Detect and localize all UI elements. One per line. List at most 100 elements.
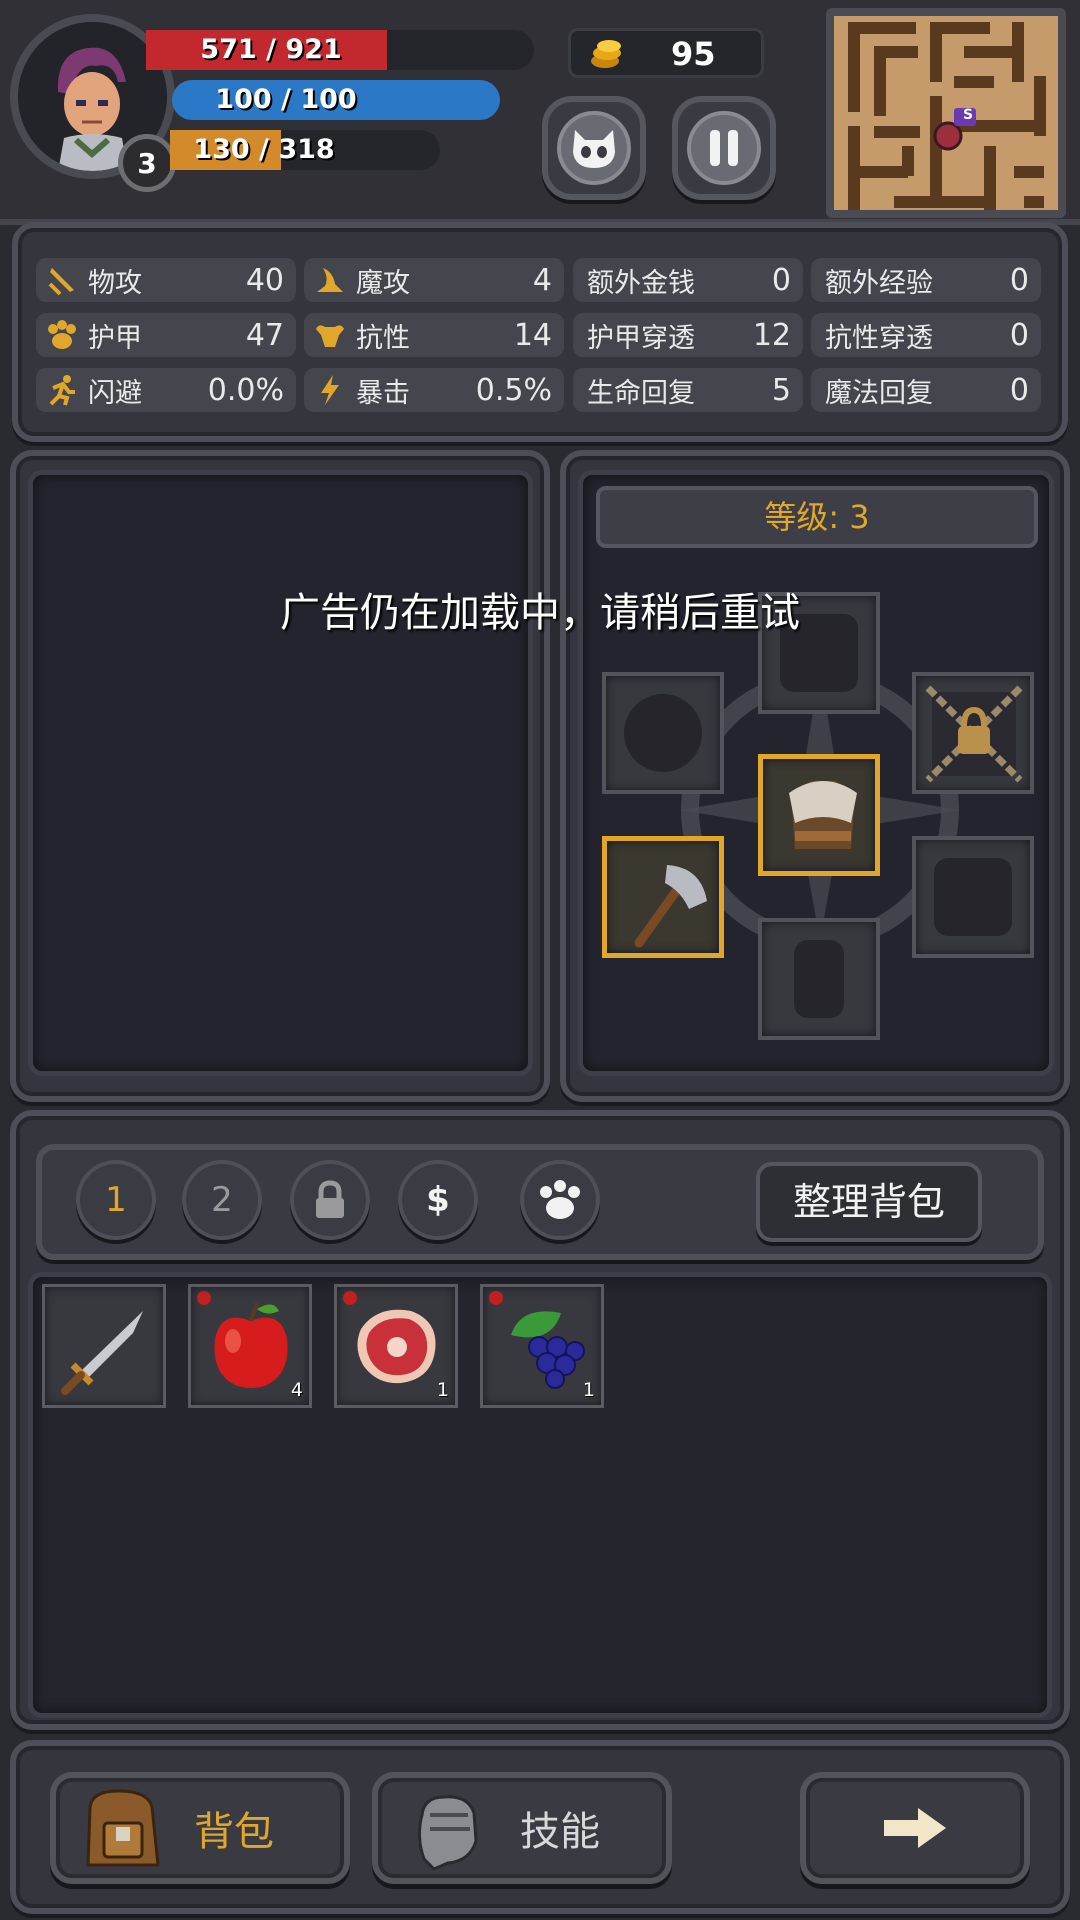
axe-icon	[634, 865, 707, 948]
meat-icon	[357, 1309, 436, 1384]
necklace-slot[interactable]	[602, 672, 724, 794]
ad-loading-toast: 广告仍在加载中，请稍后重试	[280, 590, 800, 636]
stat-label: 额外经验	[825, 267, 933, 299]
bag-item-grapes[interactable]: 1	[480, 1284, 604, 1408]
stat-7: 抗性穿透 0	[811, 313, 1041, 357]
running-man-icon	[40, 368, 84, 412]
stat-value: 0.5%	[475, 372, 552, 408]
game-screen: 3 571 / 921 100 / 100 130 / 318 95 S 物攻 …	[0, 0, 1080, 1920]
equipment-level-label: 等级: 3	[596, 486, 1038, 548]
stat-label: 护甲	[88, 322, 142, 354]
boots-slot[interactable]	[758, 918, 880, 1040]
skill-nav-label: 技能	[520, 1809, 600, 1855]
bag-tab-sell[interactable]: $	[398, 1160, 478, 1240]
minimap-stairs-marker: S	[963, 107, 974, 123]
stat-value: 4	[532, 262, 552, 298]
apple-icon	[214, 1302, 288, 1388]
bag-tab-2[interactable]: 2	[182, 1160, 262, 1240]
stat-label: 闪避	[88, 377, 142, 409]
bag-item-meat[interactable]: 1	[334, 1284, 458, 1408]
minimap[interactable]: S	[826, 8, 1066, 218]
arrow-right-icon	[884, 1808, 946, 1848]
stat-label: 魔法回复	[825, 377, 933, 409]
sort-bag-button[interactable]: 整理背包	[756, 1162, 982, 1242]
xp-bar: 130 / 318	[170, 130, 440, 170]
ad-area	[28, 470, 533, 1076]
stat-label: 额外金钱	[587, 267, 695, 299]
paw-icon	[540, 1180, 580, 1219]
gold-coins-icon	[589, 37, 625, 79]
pause-icon	[687, 111, 761, 185]
stat-label: 魔攻	[356, 267, 410, 299]
monster-face-icon	[557, 111, 631, 185]
chained-lock-icon	[925, 685, 1023, 783]
boot-silhouette-icon	[794, 940, 844, 1018]
gold-amount: 95	[671, 35, 716, 73]
stat-value: 12	[752, 317, 791, 353]
item-count: 4	[290, 1379, 303, 1401]
hp-bar: 571 / 921	[146, 30, 534, 70]
stat-label: 抗性穿透	[825, 322, 933, 354]
stat-label: 护甲穿透	[587, 322, 695, 354]
bag-item-dagger[interactable]	[42, 1284, 166, 1408]
gold-counter: 95	[568, 28, 764, 78]
skill-nav-button[interactable]: 技能	[372, 1772, 672, 1884]
lock-icon	[316, 1180, 344, 1218]
armor-slot[interactable]	[758, 754, 880, 876]
muscle-icon	[308, 313, 352, 357]
stat-label: 抗性	[356, 322, 410, 354]
stat-value: 0	[1009, 317, 1029, 353]
grapes-icon	[511, 1311, 585, 1389]
bag-item-apple[interactable]: 4	[188, 1284, 312, 1408]
bag-tab-1[interactable]: 1	[76, 1160, 156, 1240]
stat-label: 物攻	[88, 267, 142, 299]
xp-text: 130 / 318	[193, 134, 335, 165]
stat-6: 护甲穿透 12	[573, 313, 803, 357]
stat-10: 生命回复 5	[573, 368, 803, 412]
bag-tab-armor[interactable]	[520, 1160, 600, 1240]
backpack-icon	[86, 1789, 160, 1867]
necklace-silhouette-icon	[624, 694, 702, 772]
stat-0: 物攻 40	[36, 258, 296, 302]
mp-text: 100 / 100	[215, 84, 357, 115]
stat-label: 生命回复	[587, 377, 695, 409]
stat-4: 护甲 47	[36, 313, 296, 357]
bag-tab-locked[interactable]	[290, 1160, 370, 1240]
monster-info-button[interactable]	[542, 96, 646, 200]
glove-silhouette-icon	[934, 858, 1012, 936]
hp-text: 571 / 921	[200, 34, 342, 65]
stat-11: 魔法回复 0	[811, 368, 1041, 412]
stat-2: 额外金钱 0	[573, 258, 803, 302]
paw-armor-icon	[40, 313, 84, 357]
stat-value: 0	[1009, 262, 1029, 298]
dagger-icon	[61, 1311, 143, 1395]
stat-value: 40	[245, 262, 284, 298]
bag-nav-button[interactable]: 背包	[50, 1772, 350, 1884]
next-floor-button[interactable]	[800, 1772, 1030, 1884]
mp-bar: 100 / 100	[172, 80, 500, 120]
pause-button[interactable]	[672, 96, 776, 200]
stat-value: 0	[1009, 372, 1029, 408]
gloves-slot[interactable]	[912, 836, 1034, 958]
stat-value: 47	[245, 317, 284, 353]
weapon-slot[interactable]	[602, 836, 724, 958]
item-count: 1	[582, 1379, 595, 1401]
fist-icon	[417, 1795, 478, 1871]
stat-value: 14	[513, 317, 552, 353]
stat-8: 闪避 0.0%	[36, 368, 296, 412]
stat-label: 暴击	[356, 377, 410, 409]
stat-9: 暴击 0.5%	[304, 368, 564, 412]
fur-armor-icon	[789, 781, 857, 849]
lightning-icon	[308, 368, 352, 412]
stat-value: 0	[771, 262, 791, 298]
stat-5: 抗性 14	[304, 313, 564, 357]
stat-value: 0.0%	[207, 372, 284, 408]
player-level-badge: 3	[118, 134, 176, 192]
wizard-hat-icon	[308, 258, 352, 302]
locked-slot[interactable]	[912, 672, 1034, 794]
bag-nav-label: 背包	[194, 1809, 274, 1855]
sword-icon	[40, 258, 84, 302]
stat-value: 5	[771, 372, 791, 408]
stat-1: 魔攻 4	[304, 258, 564, 302]
stat-3: 额外经验 0	[811, 258, 1041, 302]
